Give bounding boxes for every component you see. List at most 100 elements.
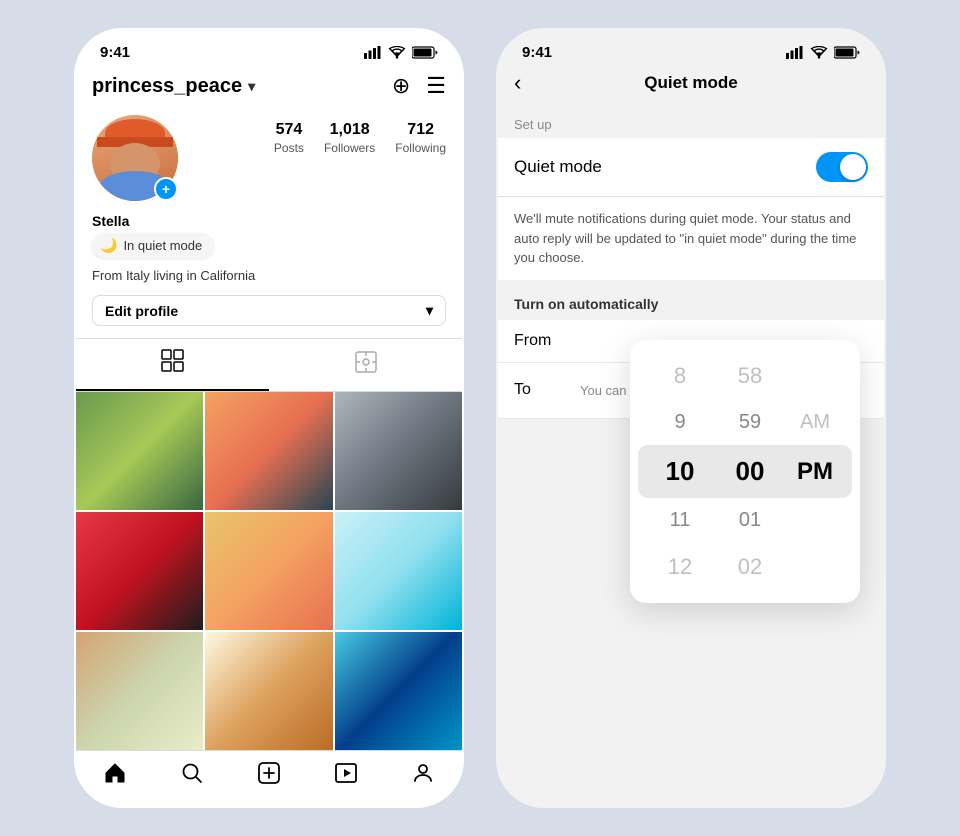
- min-01[interactable]: 01: [715, 504, 785, 537]
- followers-count: 1,018: [324, 121, 375, 139]
- photo-cell-5[interactable]: [205, 512, 332, 630]
- profile-name: Stella: [92, 213, 446, 229]
- username-row[interactable]: princess_peace ▾: [92, 75, 255, 98]
- signal-icon: [364, 46, 382, 59]
- quiet-mode-row: Quiet mode: [498, 138, 884, 196]
- back-button[interactable]: ‹: [514, 70, 521, 96]
- page-title: Quiet mode: [644, 73, 738, 93]
- min-00[interactable]: 00: [715, 451, 785, 492]
- battery-icon-right: [834, 46, 860, 59]
- posts-label: Posts: [274, 141, 304, 155]
- hour-10[interactable]: 10: [645, 451, 715, 492]
- grid-icon: [161, 349, 185, 379]
- avatar-wrapper: +: [92, 115, 178, 201]
- hour-8[interactable]: 8: [645, 358, 715, 394]
- period-am[interactable]: AM: [785, 406, 845, 439]
- quiet-mode-toggle[interactable]: [816, 152, 868, 182]
- wifi-icon-right: [810, 46, 828, 59]
- profile-section: + 574 Posts 1,018 Followers 712 Followin…: [76, 107, 462, 213]
- menu-icon[interactable]: ☰: [426, 73, 446, 99]
- photo-cell-6[interactable]: [335, 512, 462, 630]
- edit-profile-label: Edit profile: [105, 303, 178, 319]
- hour-12[interactable]: 12: [645, 549, 715, 585]
- hour-9[interactable]: 9: [645, 406, 715, 439]
- reels-nav-icon[interactable]: [334, 761, 358, 792]
- edit-chevron-icon: ▾: [426, 302, 433, 319]
- time-left: 9:41: [100, 44, 130, 61]
- toggle-knob: [840, 154, 866, 180]
- following-count: 712: [395, 121, 446, 139]
- photo-row-2: [76, 512, 462, 630]
- stats-row: 574 Posts 1,018 Followers 712 Following: [194, 115, 446, 157]
- bottom-nav: [76, 750, 462, 808]
- tagged-icon: [354, 350, 378, 380]
- photo-cell-7[interactable]: [76, 632, 203, 750]
- picker-min-01: 01: [715, 504, 785, 537]
- stat-posts[interactable]: 574 Posts: [274, 121, 304, 157]
- auto-section-label: Turn on automatically: [498, 280, 884, 320]
- photo-row-3: [76, 632, 462, 750]
- profile-nav-icon[interactable]: [411, 761, 435, 792]
- posts-count: 574: [274, 121, 304, 139]
- min-58[interactable]: 58: [715, 358, 785, 394]
- picker-min-59: 59: [715, 406, 785, 439]
- picker-min-58: 58: [715, 358, 785, 394]
- wifi-icon: [388, 46, 406, 59]
- photo-cell-2[interactable]: [205, 392, 332, 510]
- picker-row-12-02: 12 02: [630, 543, 860, 591]
- photo-cell-8[interactable]: [205, 632, 332, 750]
- picker-hour-9: 9: [645, 406, 715, 439]
- min-02[interactable]: 02: [715, 549, 785, 585]
- photo-cell-3[interactable]: [335, 392, 462, 510]
- photo-grid: [76, 392, 462, 750]
- username: princess_peace: [92, 75, 242, 98]
- from-label: From: [514, 332, 564, 350]
- edit-profile-button[interactable]: Edit profile ▾: [92, 295, 446, 326]
- photo-cell-4[interactable]: [76, 512, 203, 630]
- photo-cell-1[interactable]: [76, 392, 203, 510]
- to-label: To: [514, 381, 564, 399]
- picker-hour-8: 8: [645, 358, 715, 394]
- profile-header: princess_peace ▾ ⊕ ☰: [76, 69, 462, 107]
- setup-section-label: Set up: [498, 105, 884, 138]
- picker-row-11-01: 11 01: [630, 498, 860, 543]
- right-phone: 9:41 ‹ Quiet mode Set: [496, 28, 886, 808]
- add-nav-icon[interactable]: [257, 761, 281, 792]
- picker-row-8-58: 8 58: [630, 352, 860, 400]
- quiet-mode-label: Quiet mode: [514, 157, 602, 177]
- quiet-mode-description: We'll mute notifications during quiet mo…: [498, 196, 884, 280]
- quiet-mode-badge[interactable]: 🌙 In quiet mode: [92, 233, 214, 258]
- period-pm[interactable]: PM: [785, 453, 845, 491]
- picker-hour-selected: 10: [645, 451, 715, 492]
- status-icons-left: [364, 46, 438, 59]
- photo-cell-9[interactable]: [335, 632, 462, 750]
- status-bar-left: 9:41: [76, 30, 462, 69]
- add-story-button[interactable]: +: [154, 177, 178, 201]
- battery-icon: [412, 46, 438, 59]
- picker-min-02: 02: [715, 549, 785, 585]
- photo-row-1: [76, 392, 462, 510]
- following-label: Following: [395, 141, 446, 155]
- header-icons: ⊕ ☰: [392, 73, 446, 99]
- hour-11[interactable]: 11: [645, 504, 715, 537]
- home-nav-icon[interactable]: [103, 761, 127, 792]
- grid-tab[interactable]: [76, 339, 269, 391]
- stat-followers[interactable]: 1,018 Followers: [324, 121, 375, 157]
- picker-min-selected: 00: [715, 451, 785, 492]
- picker-hour-12: 12: [645, 549, 715, 585]
- tagged-tab[interactable]: [269, 339, 462, 391]
- time-picker[interactable]: 8 58 9 59 AM: [630, 340, 860, 603]
- chevron-down-icon: ▾: [248, 78, 255, 95]
- search-nav-icon[interactable]: [180, 761, 204, 792]
- signal-icon-right: [786, 46, 804, 59]
- status-bar-right: 9:41: [498, 30, 884, 69]
- picker-rows: 8 58 9 59 AM: [630, 352, 860, 591]
- stat-following[interactable]: 712 Following: [395, 121, 446, 157]
- add-post-icon[interactable]: ⊕: [392, 73, 410, 99]
- left-phone: 9:41 princess_peace ▾: [74, 28, 464, 808]
- min-59[interactable]: 59: [715, 406, 785, 439]
- status-icons-right: [786, 46, 860, 59]
- moon-icon: 🌙: [100, 237, 117, 254]
- picker-row-9-59: 9 59 AM: [630, 400, 860, 445]
- picker-hour-11: 11: [645, 504, 715, 537]
